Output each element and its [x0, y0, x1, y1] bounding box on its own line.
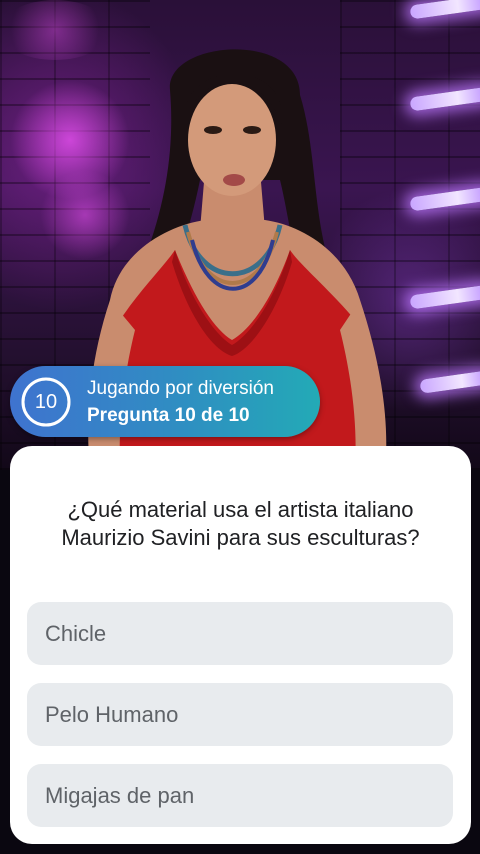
question-progress-label: Pregunta 10 de 10 — [87, 405, 250, 426]
question-card: ¿Qué material usa el artista italiano Ma… — [10, 446, 471, 844]
question-number-badge: 10 — [34, 391, 58, 413]
answer-option-migajas-de-pan[interactable]: Migajas de pan — [27, 764, 453, 827]
answer-option-chicle[interactable]: Chicle — [27, 602, 453, 665]
game-status-pill: 10 Jugando por diversión Pregunta 10 de … — [10, 366, 320, 437]
quiz-screen: 10 Jugando por diversión Pregunta 10 de … — [0, 0, 480, 854]
game-mode-label: Jugando por diversión — [87, 378, 274, 399]
question-text: ¿Qué material usa el artista italiano Ma… — [61, 497, 420, 550]
answer-option-pelo-humano[interactable]: Pelo Humano — [27, 683, 453, 746]
